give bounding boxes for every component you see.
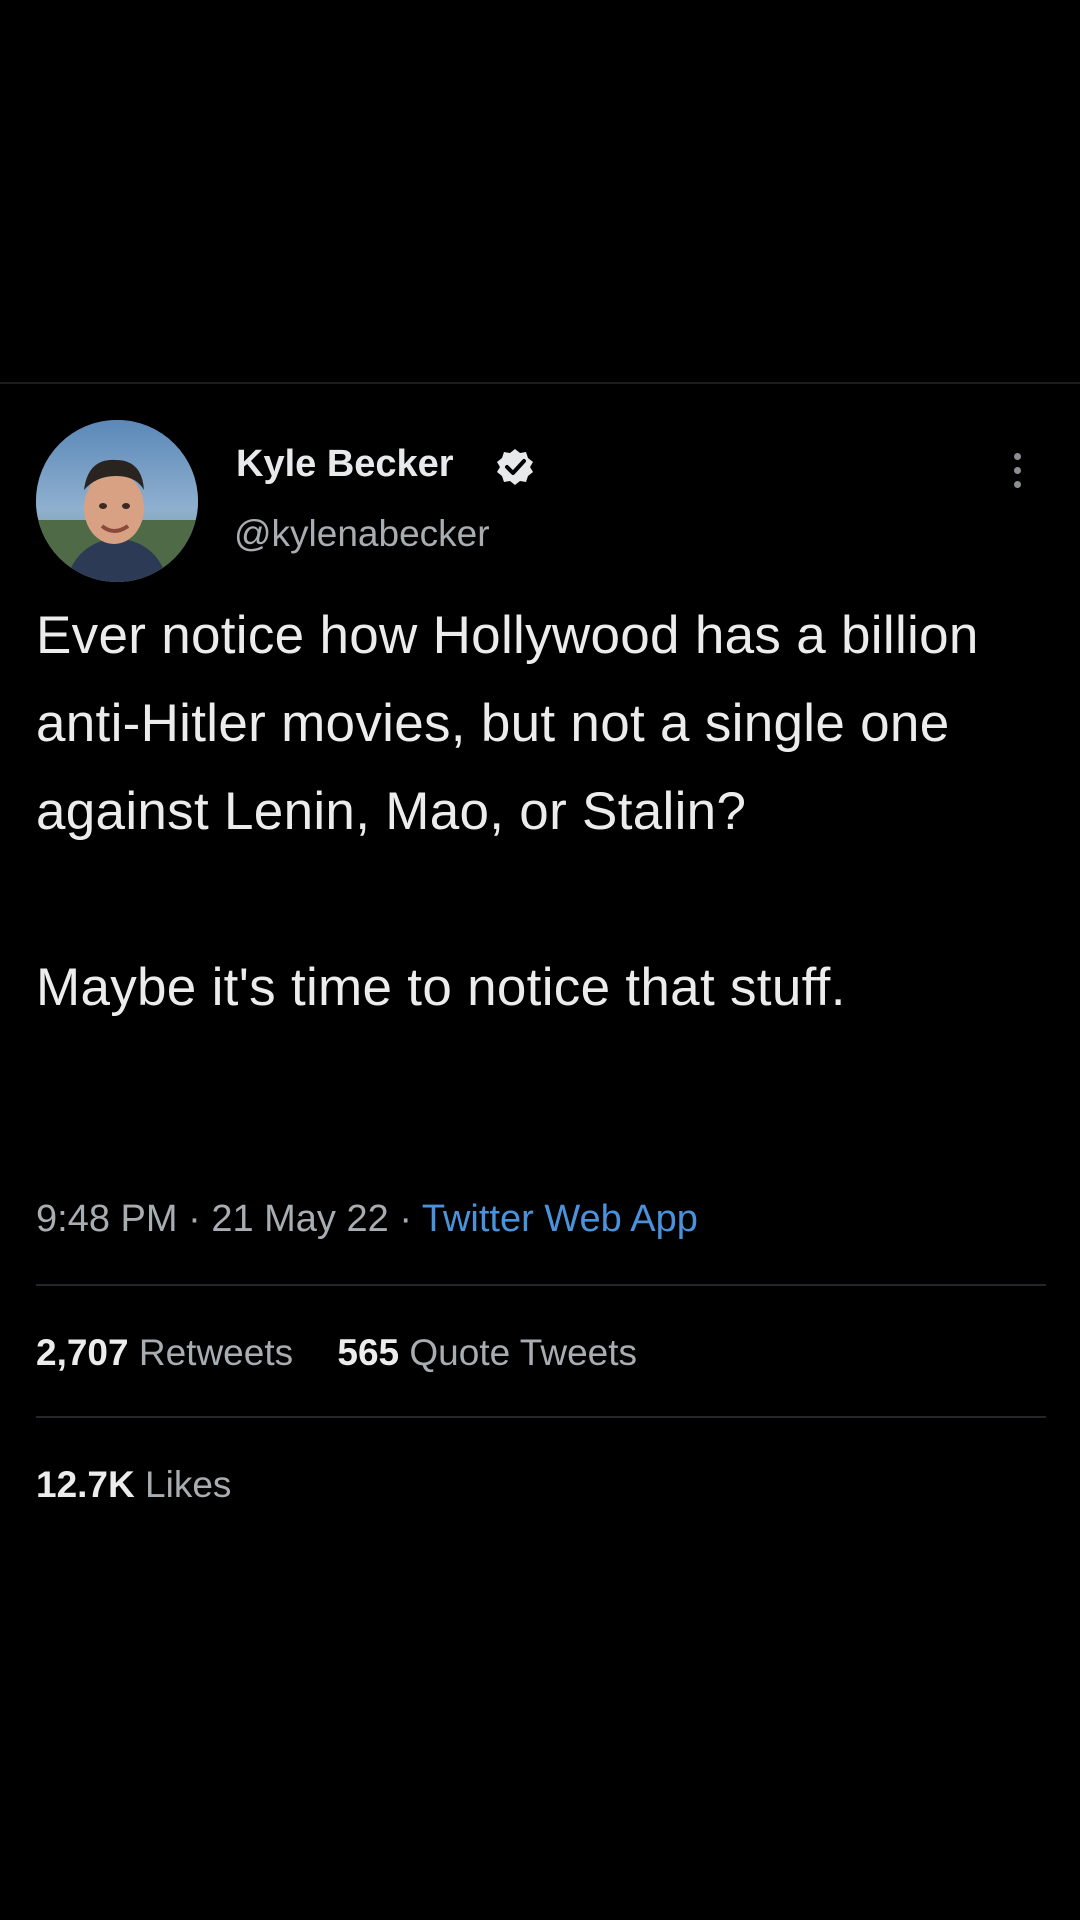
stats-divider-bottom bbox=[36, 1416, 1046, 1418]
avatar[interactable] bbox=[36, 420, 198, 582]
author-display-name[interactable]: Kyle Becker bbox=[236, 443, 454, 486]
quote-tweets-count: 565 bbox=[337, 1332, 400, 1373]
likes-count: 12.7K bbox=[36, 1464, 135, 1505]
engagement-stats: 2,707 Retweets 565 Quote Tweets bbox=[36, 1332, 671, 1374]
quote-tweets-label: Quote Tweets bbox=[409, 1332, 638, 1373]
tweet-screenshot: Kyle Becker @kylenabecker Ever notice ho… bbox=[0, 0, 1080, 1920]
likes-label: Likes bbox=[145, 1464, 232, 1505]
tweet-time[interactable]: 9:48 PM bbox=[36, 1198, 178, 1240]
tweet-source-link[interactable]: Twitter Web App bbox=[422, 1198, 698, 1240]
stats-divider-top bbox=[36, 1284, 1046, 1286]
quote-tweets-stat[interactable]: 565 Quote Tweets bbox=[337, 1332, 637, 1374]
meta-separator: · bbox=[188, 1198, 201, 1240]
author-handle[interactable]: @kylenabecker bbox=[234, 513, 490, 555]
more-vertical-icon[interactable] bbox=[1000, 440, 1034, 500]
tweet-text: Ever notice how Hollywood has a billion … bbox=[36, 592, 1046, 1032]
likes-row: 12.7K Likes bbox=[36, 1464, 265, 1506]
meta-separator: · bbox=[399, 1198, 412, 1240]
more-dot bbox=[1013, 452, 1021, 460]
tweet-paragraph: Ever notice how Hollywood has a billion … bbox=[36, 606, 979, 841]
retweets-stat[interactable]: 2,707 Retweets bbox=[36, 1332, 293, 1374]
tweet-meta: 9:48 PM · 21 May 22 · Twitter Web App bbox=[36, 1198, 698, 1241]
verified-check-icon bbox=[495, 447, 535, 487]
top-divider bbox=[0, 382, 1080, 384]
more-dot bbox=[1013, 480, 1021, 488]
retweets-label: Retweets bbox=[138, 1332, 294, 1373]
retweets-count: 2,707 bbox=[36, 1332, 129, 1373]
likes-stat[interactable]: 12.7K Likes bbox=[36, 1464, 231, 1506]
tweet-paragraph: Maybe it's time to notice that stuff. bbox=[36, 958, 846, 1017]
tweet-date[interactable]: 21 May 22 bbox=[211, 1198, 388, 1240]
more-dot bbox=[1013, 466, 1021, 474]
avatar-photo bbox=[36, 420, 198, 582]
